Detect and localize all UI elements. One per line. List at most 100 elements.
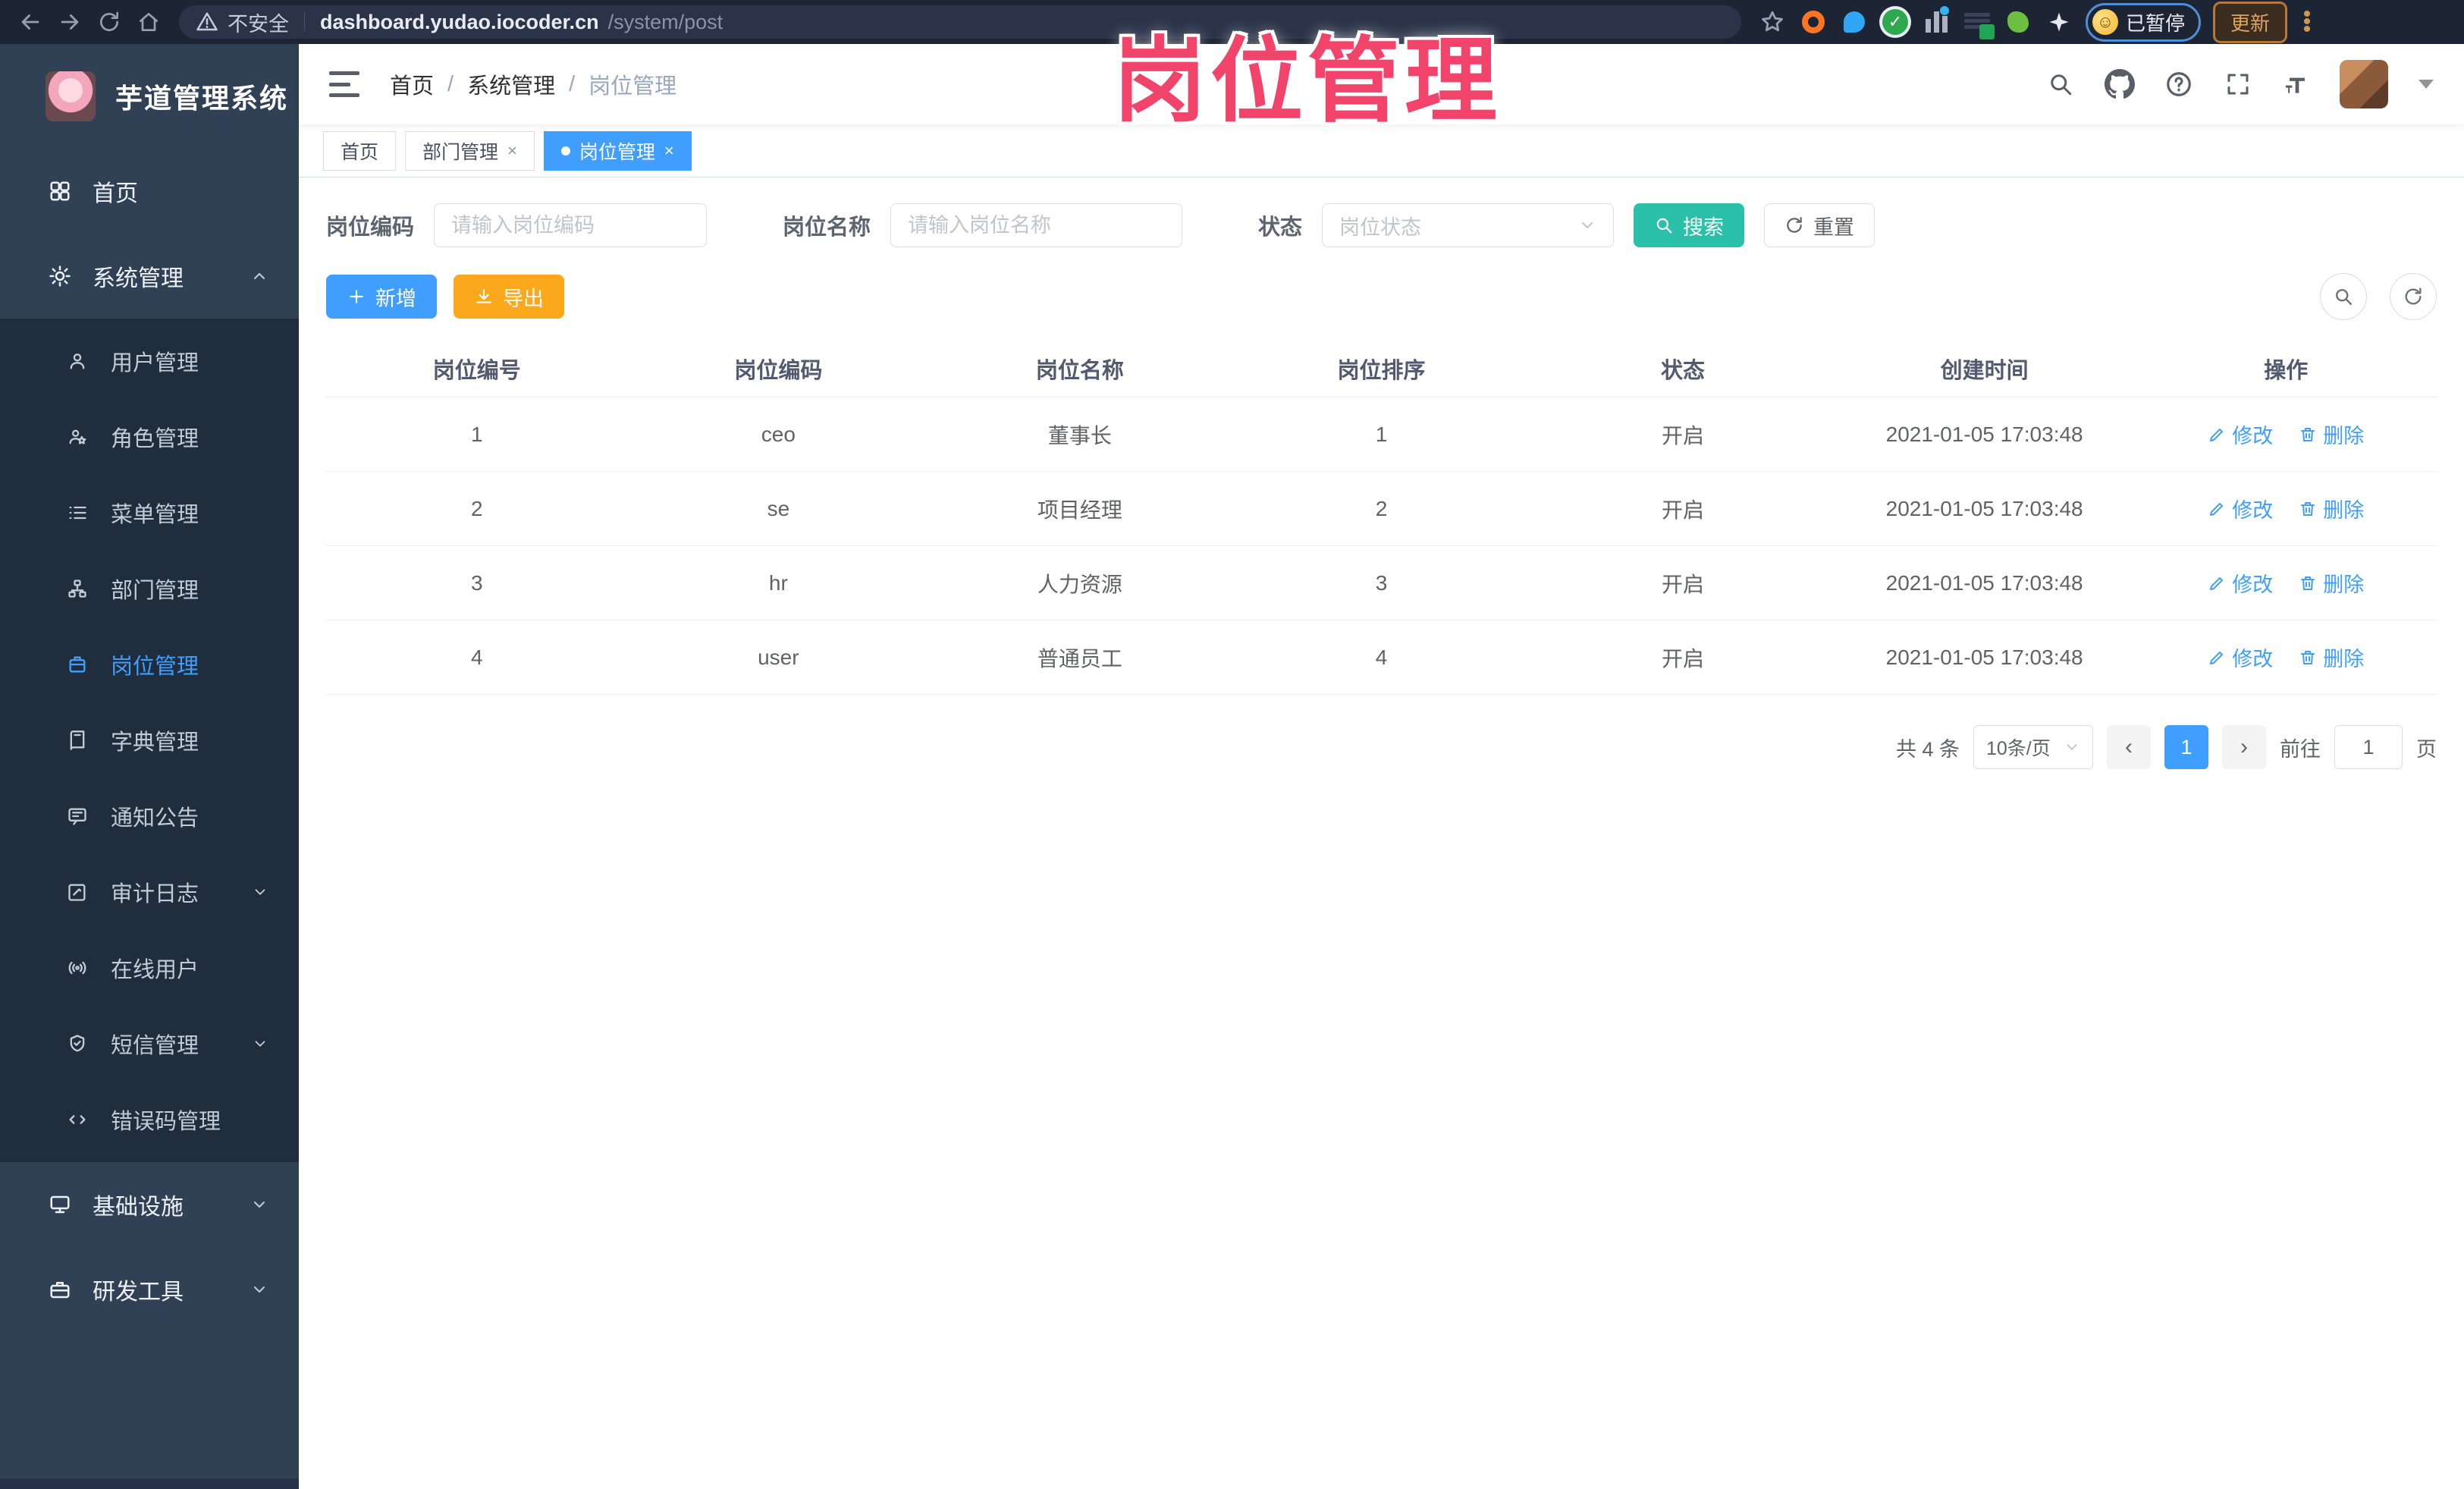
extension-orange-ring-icon[interactable]	[1799, 8, 1828, 36]
trash-icon	[2301, 427, 2315, 441]
goto-page-input[interactable]	[2334, 725, 2403, 769]
delete-link[interactable]: 删除	[2299, 568, 2364, 598]
refresh-icon	[2405, 287, 2422, 305]
window-bottom-edge	[0, 1478, 299, 1489]
paused-extension-badge[interactable]: ☺ 已暂停	[2086, 2, 2202, 42]
edit-link[interactable]: 修改	[2208, 642, 2273, 672]
avatar-caret-icon[interactable]	[2418, 80, 2434, 89]
extension-star-icon[interactable]	[2045, 8, 2073, 36]
sidebar-item-notice[interactable]: 通知公告	[0, 778, 299, 854]
sidebar-item-dev-tools[interactable]: 研发工具	[0, 1247, 299, 1332]
post-name-input[interactable]	[890, 203, 1183, 247]
bookmark-star-icon[interactable]	[1758, 8, 1787, 36]
tab-posts[interactable]: 岗位管理 ×	[543, 130, 692, 171]
add-button[interactable]: 新增	[326, 275, 437, 319]
goto-prefix: 前往	[2280, 737, 2321, 761]
post-name-label: 岗位名称	[783, 215, 871, 240]
sidebar-item-online-users[interactable]: 在线用户	[0, 930, 299, 1006]
app-logo[interactable]: 芋道管理系统	[0, 44, 299, 149]
code-icon	[69, 1115, 86, 1124]
extension-leaf-icon[interactable]	[2004, 8, 2032, 36]
url-host: dashboard.yudao.iocoder.cn	[320, 10, 599, 33]
extension-badge-icon[interactable]	[1963, 8, 1995, 39]
sidebar-item-error-codes[interactable]: 错误码管理	[0, 1082, 299, 1158]
search-icon[interactable]	[2044, 68, 2077, 101]
status-text: 开启	[1662, 423, 1705, 448]
sidebar-item-sms[interactable]: 短信管理	[0, 1006, 299, 1082]
sidebar-item-users[interactable]: 用户管理	[0, 323, 299, 399]
edit-link[interactable]: 修改	[2208, 568, 2273, 598]
emoji-face-icon: ☺	[2092, 9, 2118, 35]
broadcast-icon	[68, 961, 86, 975]
close-icon[interactable]: ×	[507, 141, 517, 161]
status-text: 开启	[1662, 498, 1705, 522]
logo-image	[46, 71, 96, 121]
edit-link[interactable]: 修改	[2208, 419, 2273, 449]
user-avatar[interactable]	[2340, 60, 2388, 108]
github-icon[interactable]	[2103, 68, 2136, 101]
breadcrumb-home[interactable]: 首页	[390, 68, 434, 100]
extension-green-check-icon[interactable]: ✓	[1881, 8, 1910, 36]
sidebar-item-system[interactable]: 系统管理	[0, 234, 299, 319]
sidebar-item-audit-log[interactable]: 审计日志	[0, 854, 299, 930]
sidebar-item-roles[interactable]: 角色管理	[0, 399, 299, 475]
trash-icon	[2301, 650, 2315, 664]
monitor-icon	[50, 1195, 70, 1214]
app-navbar: 首页 / 系统管理 / 岗位管理	[299, 44, 2464, 124]
browser-update-button[interactable]: 更新	[2213, 1, 2288, 43]
edit-link[interactable]: 修改	[2208, 494, 2273, 523]
refresh-table-button[interactable]	[2390, 273, 2437, 320]
toggle-search-button[interactable]	[2320, 273, 2367, 320]
tab-departments[interactable]: 部门管理 ×	[405, 130, 535, 171]
close-icon[interactable]: ×	[664, 141, 674, 161]
toolbox-icon	[50, 1282, 70, 1299]
extension-columns-icon[interactable]	[1922, 6, 1951, 36]
status-label: 状态	[1258, 215, 1303, 240]
browser-forward-button[interactable]	[53, 5, 86, 39]
tags-view-bar: 首页 部门管理 × 岗位管理 ×	[299, 124, 2464, 177]
fullscreen-icon[interactable]	[2221, 68, 2255, 101]
refresh-icon	[1787, 217, 1802, 233]
extension-blue-drop-icon[interactable]	[1840, 8, 1869, 36]
address-bar[interactable]: 不安全 dashboard.yudao.iocoder.cn/system/po…	[179, 5, 1741, 39]
sidebar-toggle-icon[interactable]	[329, 71, 359, 97]
prev-page-button[interactable]: ‹	[2107, 725, 2151, 769]
browser-home-button[interactable]	[132, 5, 165, 39]
sidebar-item-infrastructure[interactable]: 基础设施	[0, 1162, 299, 1247]
reset-button[interactable]: 重置	[1764, 203, 1875, 247]
table-row: 1 ceo 董事长 1 开启 2021-01-05 17:03:48 修改 删除	[326, 397, 2437, 472]
delete-link[interactable]: 删除	[2299, 642, 2364, 672]
delete-link[interactable]: 删除	[2299, 494, 2364, 523]
page-size-select[interactable]: 10条/页	[1973, 725, 2093, 769]
export-button[interactable]: 导出	[454, 275, 564, 319]
browser-back-button[interactable]	[14, 5, 47, 39]
chevron-down-icon	[254, 1202, 265, 1208]
sidebar-item-home[interactable]: 首页	[0, 149, 299, 234]
status-select[interactable]: 岗位状态	[1322, 203, 1615, 247]
sidebar-item-posts[interactable]: 岗位管理	[0, 627, 299, 702]
search-icon	[2336, 289, 2353, 306]
next-page-button[interactable]: ›	[2222, 725, 2266, 769]
goto-suffix: 页	[2416, 737, 2437, 761]
sidebar-item-dict[interactable]: 字典管理	[0, 702, 299, 778]
tab-home[interactable]: 首页	[323, 130, 397, 171]
total-count: 共 4 条	[1895, 737, 1960, 761]
browser-reload-button[interactable]	[93, 5, 126, 39]
gear-icon	[49, 265, 71, 287]
edit-icon	[2210, 428, 2224, 441]
user-icon	[70, 353, 85, 369]
page-number-button[interactable]: 1	[2164, 725, 2208, 769]
breadcrumb-system[interactable]: 系统管理	[467, 68, 555, 100]
help-icon[interactable]	[2162, 68, 2196, 101]
app-title: 芋道管理系统	[115, 83, 289, 114]
sidebar-item-departments[interactable]: 部门管理	[0, 551, 299, 627]
plus-icon	[350, 290, 363, 303]
font-size-icon[interactable]	[2280, 68, 2314, 101]
post-code-input[interactable]	[434, 203, 708, 247]
browser-menu-icon[interactable]: • • •	[2299, 3, 2315, 41]
search-button[interactable]: 搜索	[1634, 203, 1745, 247]
browser-toolbar: 不安全 dashboard.yudao.iocoder.cn/system/po…	[0, 0, 2464, 44]
delete-link[interactable]: 删除	[2299, 419, 2364, 449]
sidebar-item-menus[interactable]: 菜单管理	[0, 475, 299, 551]
table-row: 2 se 项目经理 2 开启 2021-01-05 17:03:48 修改 删除	[326, 472, 2437, 546]
